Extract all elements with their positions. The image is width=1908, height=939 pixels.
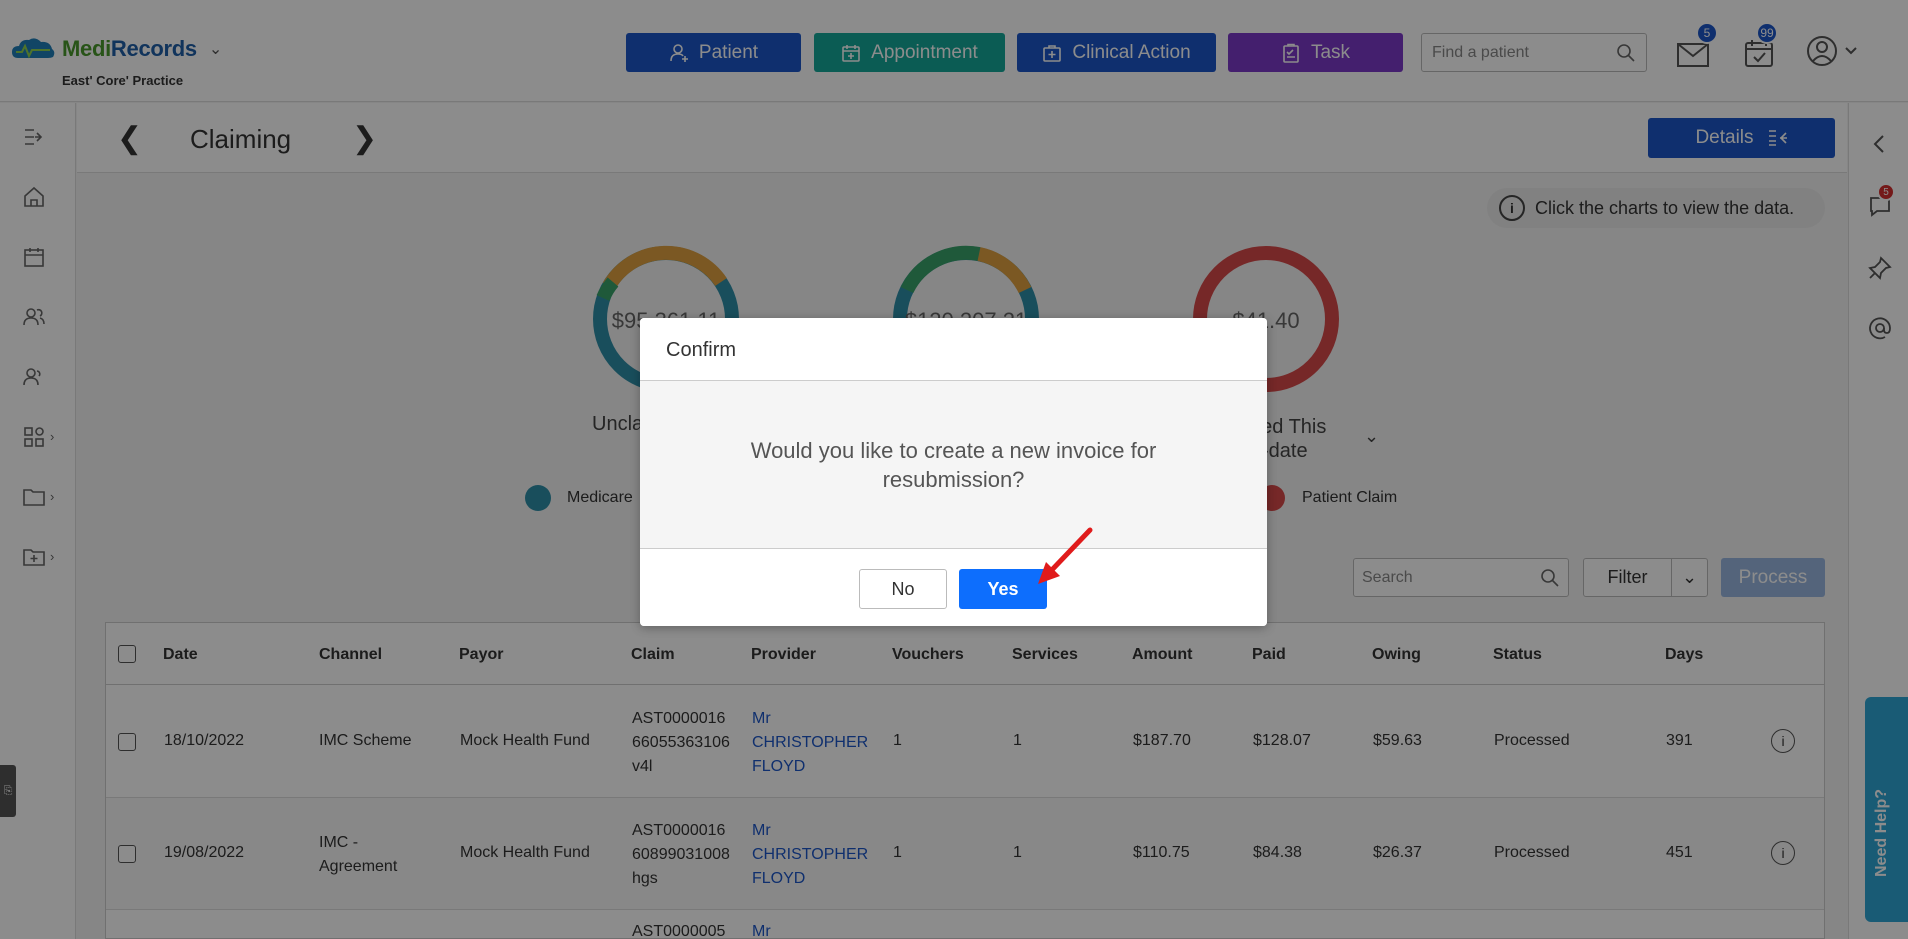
dialog-message-text: Would you like to create a new invoice f… [750,438,1157,492]
dialog-header: Confirm [640,318,1267,381]
annotation-arrow-icon [1038,527,1093,584]
dialog-footer [640,548,1267,626]
dialog-message: Would you like to create a new invoice f… [640,436,1267,494]
confirm-dialog: Confirm Would you like to create a new i… [640,318,1267,626]
no-button[interactable]: No [859,569,947,609]
dialog-title: Confirm [666,339,737,361]
